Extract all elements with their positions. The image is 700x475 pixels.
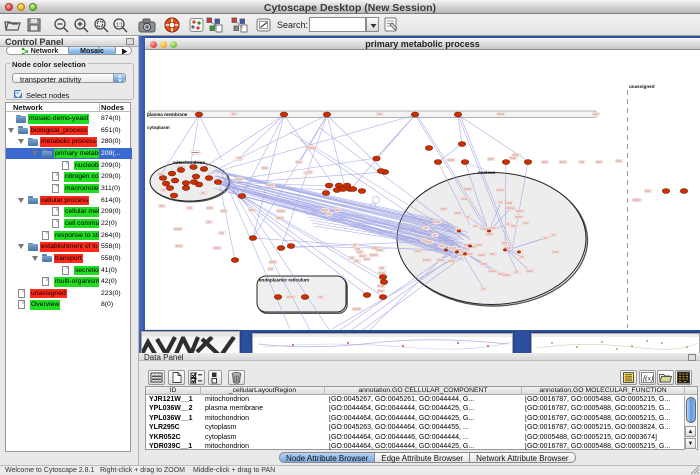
svg-text:plasma membrane: plasma membrane [147, 112, 188, 117]
svg-text:f(x): f(x) [643, 374, 654, 383]
svg-text:mitochondrion: mitochondrion [173, 160, 205, 165]
svg-text:unassigned: unassigned [629, 84, 655, 89]
svg-text:endoplasmic reticulum: endoplasmic reticulum [259, 278, 309, 283]
svg-text:1:1: 1:1 [116, 23, 123, 29]
svg-text:nucleus: nucleus [478, 170, 496, 175]
svg-text:cytoplasm: cytoplasm [147, 125, 170, 130]
